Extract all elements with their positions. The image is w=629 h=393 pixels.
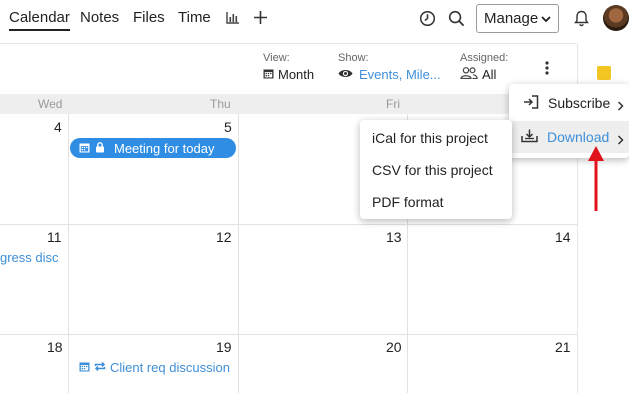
show-selector[interactable]: Events, Mile... bbox=[338, 67, 441, 82]
calendar-icon bbox=[263, 67, 274, 82]
menu-item-download[interactable]: Download bbox=[509, 121, 629, 153]
download-label: Download bbox=[547, 129, 610, 145]
options-menu: Subscribe Download bbox=[509, 84, 629, 158]
day-number: 21 bbox=[555, 339, 571, 355]
day-name-thu: Thu bbox=[210, 97, 231, 111]
sign-in-icon bbox=[523, 94, 539, 112]
subscribe-label: Subscribe bbox=[548, 95, 611, 111]
view-selector[interactable]: Month bbox=[263, 67, 314, 82]
more-options-icon[interactable] bbox=[545, 61, 549, 80]
day-number: 19 bbox=[216, 339, 232, 355]
tab-notes[interactable]: Notes bbox=[80, 9, 119, 26]
assigned-selector[interactable]: All bbox=[460, 67, 496, 82]
grid-divider bbox=[0, 334, 577, 335]
download-tray-icon bbox=[521, 129, 538, 146]
chevron-right-icon bbox=[617, 132, 624, 148]
day-number: 13 bbox=[386, 229, 402, 245]
assigned-label: Assigned: bbox=[460, 52, 509, 64]
event-progress[interactable]: gress disc bbox=[0, 250, 59, 265]
day-number: 18 bbox=[47, 339, 63, 355]
chevron-right-icon bbox=[617, 98, 624, 114]
avatar[interactable] bbox=[603, 5, 629, 31]
top-nav: Calendar Notes Files Time Manage bbox=[0, 0, 629, 44]
topbar-divider bbox=[0, 43, 577, 44]
view-value: Month bbox=[278, 67, 315, 82]
bell-icon[interactable] bbox=[572, 9, 590, 27]
day-number: 5 bbox=[224, 119, 232, 135]
show-value: Events, Mile... bbox=[359, 67, 441, 82]
tab-calendar[interactable]: Calendar bbox=[9, 9, 70, 31]
assigned-value: All bbox=[482, 67, 497, 82]
day-name-wed: Wed bbox=[38, 97, 63, 111]
calendar-icon bbox=[79, 360, 90, 375]
menu-item-subscribe[interactable]: Subscribe bbox=[509, 87, 629, 119]
day-number: 14 bbox=[555, 229, 571, 245]
calendar-icon bbox=[79, 141, 90, 156]
event-title: Client req discussion bbox=[110, 360, 230, 375]
grid-divider bbox=[68, 114, 69, 393]
sticky-note-icon[interactable] bbox=[597, 66, 611, 80]
lock-icon bbox=[95, 141, 105, 156]
day-number: 4 bbox=[54, 119, 62, 135]
tab-files[interactable]: Files bbox=[133, 9, 165, 26]
day-header-row bbox=[0, 94, 577, 114]
chevron-down-icon bbox=[540, 12, 552, 29]
day-number: 20 bbox=[386, 339, 402, 355]
download-option-csv[interactable]: CSV for this project bbox=[360, 154, 512, 186]
event-title: Meeting for today bbox=[114, 140, 215, 156]
repeat-icon bbox=[94, 360, 106, 375]
plus-icon[interactable] bbox=[253, 10, 267, 24]
day-number: 12 bbox=[216, 229, 232, 245]
eye-icon bbox=[338, 67, 353, 82]
day-name-fri: Fri bbox=[386, 97, 400, 111]
grid-divider bbox=[238, 114, 239, 393]
grid-divider bbox=[0, 224, 577, 225]
event-client[interactable]: Client req discussion bbox=[79, 360, 230, 375]
annotation-arrow-icon bbox=[587, 145, 605, 218]
day-number: 11 bbox=[47, 229, 62, 245]
tab-time[interactable]: Time bbox=[178, 9, 211, 26]
show-label: Show: bbox=[338, 52, 369, 64]
search-icon[interactable] bbox=[447, 9, 465, 27]
download-option-pdf[interactable]: PDF format bbox=[360, 186, 512, 218]
users-icon bbox=[460, 67, 478, 82]
bar-chart-icon[interactable] bbox=[226, 11, 240, 25]
timer-icon[interactable] bbox=[418, 9, 436, 27]
download-option-ical[interactable]: iCal for this project bbox=[360, 122, 512, 154]
download-submenu: iCal for this project CSV for this proje… bbox=[360, 120, 512, 219]
event-meeting[interactable]: Meeting for today bbox=[70, 138, 236, 158]
view-label: View: bbox=[263, 52, 290, 64]
manage-dropdown[interactable]: Manage bbox=[476, 4, 559, 33]
manage-label: Manage bbox=[484, 10, 539, 27]
